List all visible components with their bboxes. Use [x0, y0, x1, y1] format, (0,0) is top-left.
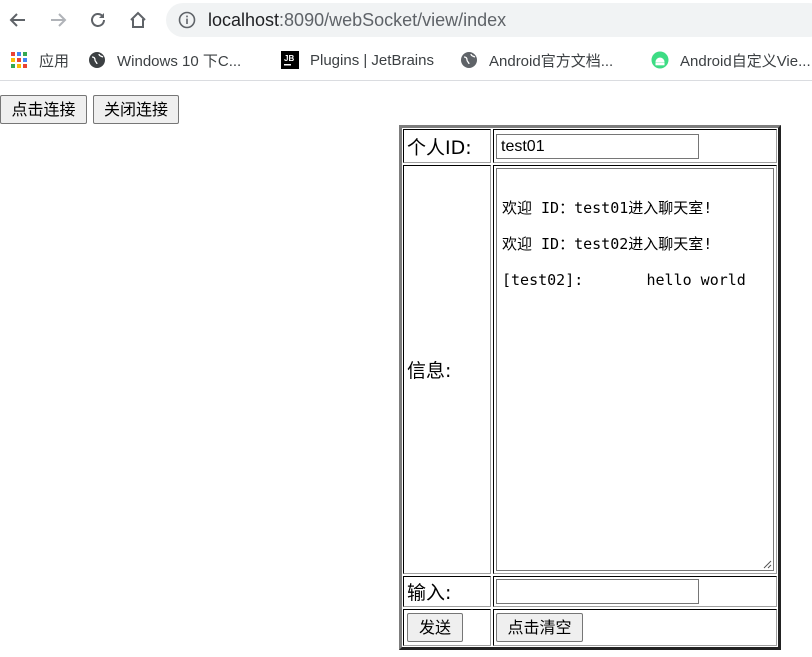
back-button[interactable]: [4, 6, 32, 34]
bookmark-label: Windows 10 下C...: [117, 52, 242, 70]
url-host: localhost: [208, 10, 280, 30]
reload-icon: [91, 13, 105, 27]
message-input[interactable]: [496, 579, 699, 604]
send-button[interactable]: 发送: [407, 613, 463, 642]
back-arrow-icon: [9, 13, 25, 27]
address-bar[interactable]: localhost:8090/webSocket/view/index: [166, 3, 812, 37]
home-icon: [130, 11, 146, 28]
id-input-cell: [493, 129, 777, 163]
clear-button-cell: 点击清空: [493, 609, 777, 646]
bookmark-android-custom-view[interactable]: Android自定义Vie...: [651, 50, 811, 70]
bookmark-apps[interactable]: 应用: [10, 50, 69, 70]
id-label-cell: 个人ID:: [403, 129, 491, 163]
home-button[interactable]: [124, 6, 152, 34]
message-line: 欢迎 ID：test02进入聊天室!: [502, 235, 713, 253]
url-text: localhost:8090/webSocket/view/index: [208, 9, 506, 31]
resize-handle-icon[interactable]: [762, 559, 772, 569]
globe-icon: [461, 52, 477, 68]
bookmarks-bar: 应用 Windows 10 下C... JB Plugins | JetBrai…: [0, 40, 812, 81]
chat-form-table: 个人ID: 信息: 欢迎 ID：test01进入聊天室! 欢迎 ID：test0…: [399, 125, 781, 650]
bookmark-label: Android官方文档...: [489, 52, 614, 70]
bookmark-jetbrains[interactable]: JB Plugins | JetBrains: [281, 50, 434, 70]
info-icon[interactable]: [178, 11, 196, 29]
bookmark-windows10[interactable]: Windows 10 下C...: [88, 50, 241, 70]
clear-button[interactable]: 点击清空: [496, 613, 583, 642]
message-line: [test02]: hello world: [502, 271, 746, 289]
input-label-cell: 输入:: [403, 576, 491, 607]
info-label: 信息:: [407, 360, 452, 382]
message-input-cell: [493, 576, 777, 607]
forward-button[interactable]: [44, 6, 72, 34]
id-label: 个人ID:: [407, 136, 472, 159]
id-input[interactable]: [496, 134, 699, 159]
messages-textarea[interactable]: 欢迎 ID：test01进入聊天室! 欢迎 ID：test02进入聊天室! [t…: [496, 168, 774, 571]
info-label-cell: 信息:: [403, 165, 491, 574]
message-line: 欢迎 ID：test01进入聊天室!: [502, 199, 713, 217]
input-label: 输入:: [407, 582, 452, 604]
svg-text:JB: JB: [284, 54, 294, 63]
bookmark-label: 应用: [39, 52, 70, 70]
url-path: :8090/webSocket/view/index: [279, 10, 507, 30]
apps-grid-icon: [11, 52, 27, 68]
bookmark-label: Plugins | JetBrains: [310, 51, 434, 69]
connect-button[interactable]: 点击连接: [0, 95, 87, 124]
browser-toolbar: localhost:8090/webSocket/view/index: [0, 0, 812, 40]
disconnect-button[interactable]: 关闭连接: [93, 95, 179, 124]
messages-cell: 欢迎 ID：test01进入聊天室! 欢迎 ID：test02进入聊天室! [t…: [493, 165, 777, 574]
jetbrains-icon: JB: [281, 51, 299, 69]
reload-button[interactable]: [84, 6, 112, 34]
globe-icon: [89, 52, 105, 68]
send-button-cell: 发送: [403, 609, 491, 646]
forward-arrow-icon: [51, 13, 67, 27]
bookmark-android-docs[interactable]: Android官方文档...: [460, 50, 613, 70]
android-icon: [651, 51, 669, 69]
bookmark-label: Android自定义Vie...: [680, 52, 811, 70]
